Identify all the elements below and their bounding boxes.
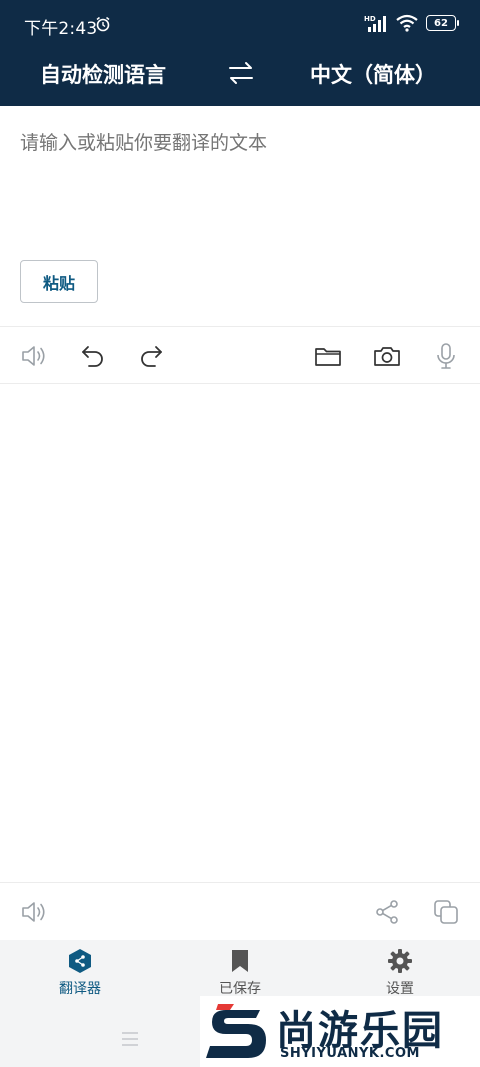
- network-type-label: HD: [364, 15, 376, 23]
- target-language-button[interactable]: 中文（简体）: [310, 59, 436, 89]
- nav-settings-label: 设置: [386, 981, 414, 997]
- output-speaker-icon[interactable]: [20, 898, 48, 926]
- translation-output: [0, 384, 480, 882]
- nav-translator-label: 翻译器: [59, 981, 101, 997]
- redo-icon[interactable]: [137, 342, 165, 370]
- paste-button-label: 粘贴: [42, 273, 75, 293]
- wifi-icon: [396, 14, 418, 32]
- camera-icon[interactable]: [373, 342, 401, 370]
- status-icons: HD 62: [364, 14, 459, 32]
- bottom-navigation: 翻译器 已保存 设置: [0, 940, 480, 1000]
- battery-level: 62: [434, 17, 448, 29]
- paste-button[interactable]: 粘贴: [20, 260, 98, 303]
- battery-icon: 62: [426, 15, 459, 31]
- gear-icon: [388, 949, 412, 973]
- cellular-signal-icon: HD: [364, 15, 386, 32]
- speaker-icon[interactable]: [20, 342, 48, 370]
- watermark-logo: 尚游乐园 SHYIYUANYK.COM: [200, 996, 480, 1067]
- translator-icon: [69, 949, 91, 973]
- source-language-button[interactable]: 自动检测语言: [40, 59, 166, 89]
- watermark-s-logo-icon: [206, 1004, 266, 1058]
- status-bar: 下午2:43 HD 62: [0, 0, 480, 46]
- status-time: 下午2:43: [24, 19, 98, 39]
- nav-saved-label: 已保存: [219, 981, 261, 997]
- alarm-icon: [96, 16, 110, 32]
- language-bar: 自动检测语言 中文（简体）: [0, 46, 480, 106]
- undo-icon[interactable]: [79, 342, 107, 370]
- input-toolbar: [0, 326, 480, 384]
- input-placeholder: 请输入或粘贴你要翻译的文本: [20, 132, 268, 154]
- nav-settings[interactable]: 设置: [355, 948, 445, 998]
- app-header: 下午2:43 HD 62 自动检测语言 中文（简体）: [0, 0, 480, 106]
- watermark-brand-en: SHYIYUANYK.COM: [280, 1046, 420, 1061]
- nav-saved[interactable]: 已保存: [195, 948, 285, 998]
- copy-icon[interactable]: [432, 898, 460, 926]
- output-toolbar: [0, 882, 480, 940]
- nav-translator[interactable]: 翻译器: [35, 948, 125, 998]
- bookmark-icon: [232, 950, 248, 972]
- source-text-input[interactable]: 请输入或粘贴你要翻译的文本 粘贴: [0, 106, 480, 326]
- microphone-icon[interactable]: [432, 342, 460, 370]
- share-icon[interactable]: [373, 898, 401, 926]
- folder-icon[interactable]: [314, 342, 342, 370]
- menu-icon[interactable]: [121, 1032, 139, 1046]
- swap-languages-icon[interactable]: [226, 58, 256, 88]
